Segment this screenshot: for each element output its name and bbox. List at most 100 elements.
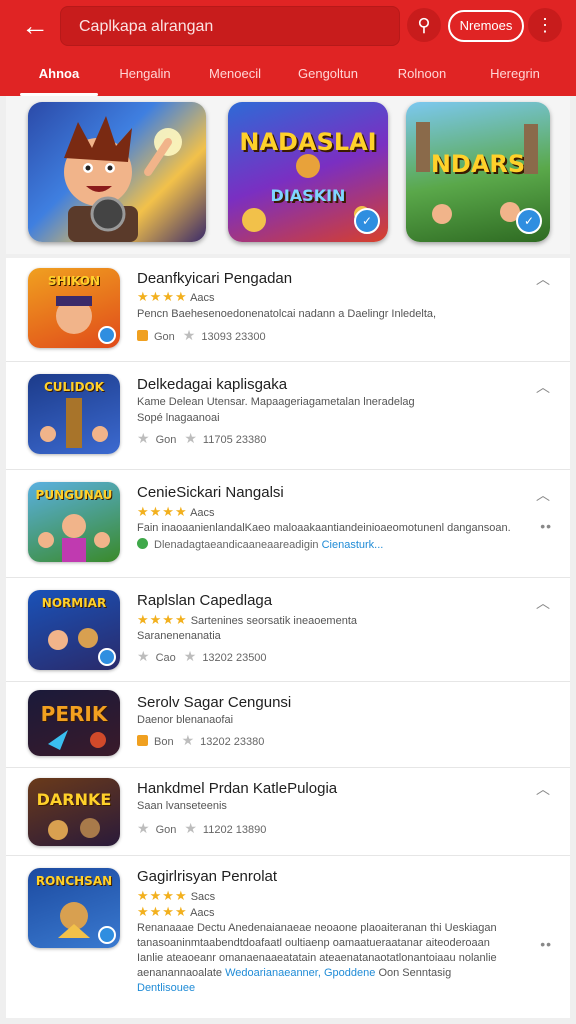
star-outline-icon: ★ <box>137 820 150 836</box>
rating-stars-icon: ★★★★ <box>137 904 188 919</box>
list-item[interactable]: CULIDOK Delkedagai kaplisgaka Kame Delea… <box>6 362 570 470</box>
app-description: Pencn Baehesenoedonenatolcai nadann a Da… <box>137 308 437 320</box>
list-item[interactable]: NORMIAR Raplslan Capedlaga ★★★★ Sartenin… <box>6 578 570 682</box>
star-outline-icon: ★ <box>183 648 197 664</box>
app-description: Saranenenanatia <box>137 630 221 642</box>
app-title: Gagirlrisyan Penrolat <box>137 868 278 885</box>
search-field[interactable]: Caplkapa alrangan <box>60 6 400 46</box>
featured-card-3-badge-icon: ✓ <box>516 208 542 234</box>
more-dots-icon[interactable]: •• <box>540 518 552 534</box>
meta-label: Bon <box>154 736 174 748</box>
app-meta: Bon ★ 13202 23380 <box>137 732 264 749</box>
desc-text: aenanannaoalate <box>137 967 223 979</box>
app-description: Kame Delean Utensar. Mapaageriagametalan… <box>137 396 415 408</box>
star-outline-icon: ★ <box>181 732 195 748</box>
app-rating: ★★★★ Aacs <box>137 504 215 520</box>
app-meta: ★ Gon ★ 11202 13890 <box>137 820 266 837</box>
app-icon: SHIKON <box>28 268 120 348</box>
app-icon: DARNKE <box>28 778 120 846</box>
inline-link[interactable]: Wedoarianaeanner, <box>225 967 321 979</box>
meta-label: Gon <box>155 434 177 446</box>
verified-badge-icon <box>98 648 116 666</box>
featured-carousel: NADASLAI DIASKIN ✓ NDARS ✓ <box>6 96 570 254</box>
tab-heregrin[interactable]: Heregrin <box>474 54 556 96</box>
app-title: Deanfkyicari Pengadan <box>137 270 293 287</box>
app-icon: PUNGUNAU <box>28 482 120 562</box>
app-icon: NORMIAR <box>28 590 120 670</box>
list-item[interactable]: DARNKE Hankdmel Prdan KatlePulogia Saan … <box>6 768 570 856</box>
app-description-line-2: tanasoaninmtaabendtdoafaatl oultiaenp oa… <box>137 937 490 949</box>
search-query-text: Caplkapa alrangan <box>79 18 214 35</box>
chevron-up-icon[interactable]: ︿ <box>534 270 552 288</box>
more-dots-icon[interactable]: •• <box>540 936 552 952</box>
app-title: CenieSickari Nangalsi <box>137 484 284 501</box>
app-description-line-4: aenanannaoalate Wedoarianaeanner, Gpodde… <box>137 967 451 979</box>
footer-link[interactable]: Dentlisouee <box>137 982 195 994</box>
hero-character-art <box>64 116 182 242</box>
tab-gengoltun[interactable]: Gengoltun <box>288 54 368 96</box>
list-item[interactable]: RONCHSAN Gagirlrisyan Penrolat ★★★★ Sacs… <box>6 856 570 1018</box>
featured-card-1[interactable] <box>28 102 206 242</box>
rating-stars-icon: ★★★★ <box>137 612 188 627</box>
list-item[interactable]: PUNGUNAU CenieSickari Nangalsi ★★★★ Aacs… <box>6 470 570 578</box>
featured-card-2-badge-icon: ✓ <box>354 208 380 234</box>
tab-bar: Ahnoa Hengalin Menoecil Gengoltun Rolnoo… <box>0 54 576 96</box>
meta-count: 11202 13890 <box>202 824 267 836</box>
chevron-up-icon[interactable]: ︿ <box>534 780 552 798</box>
featured-card-3[interactable]: NDARS ✓ <box>406 102 550 242</box>
list-item[interactable]: SHIKON Deanfkyicari Pengadan ★★★★ Aacs P… <box>6 258 570 362</box>
meta-count: 11705 23380 <box>202 434 267 446</box>
star-outline-icon: ★ <box>184 820 197 836</box>
search-icon[interactable]: ⚲ <box>407 8 441 42</box>
app-description-line-1: Renanaaae Dectu Anedenaianaeae neoaone p… <box>137 922 497 934</box>
verified-badge-icon <box>98 926 116 944</box>
category-badge-icon <box>137 735 148 746</box>
back-arrow-icon[interactable]: ← <box>14 8 56 44</box>
star-outline-icon: ★ <box>182 327 196 343</box>
meta-label: Gon <box>154 331 175 343</box>
meta-count: 13202 23380 <box>200 736 265 748</box>
rating-text: Aacs <box>190 507 215 519</box>
app-title: Delkedagai kaplisgaka <box>137 376 288 393</box>
app-meta: ★ Gon ★ 11705 23380 <box>137 430 266 447</box>
tab-hengalin[interactable]: Hengalin <box>108 54 182 96</box>
app-description: Daenor blenanaofai <box>137 714 234 726</box>
tab-menoecil[interactable]: Menoecil <box>196 54 274 96</box>
list-item[interactable]: PERIK Serolv Sagar Cengunsi Daenor blena… <box>6 682 570 768</box>
chevron-up-icon[interactable]: ︿ <box>534 486 552 504</box>
meta-label: Gon <box>155 824 177 836</box>
app-rating: ★★★★ Aacs <box>137 289 215 305</box>
tab-rolnoon[interactable]: Rolnoon <box>384 54 460 96</box>
star-outline-icon: ★ <box>137 648 150 664</box>
star-outline-icon: ★ <box>137 430 150 446</box>
verified-badge-icon <box>98 326 116 344</box>
app-icon: PERIK <box>28 690 120 756</box>
status-dot-icon <box>137 538 148 549</box>
app-title: Raplslan Capedlaga <box>137 592 273 609</box>
app-window: ← Caplkapa alrangan ⚲ Nremoes ⋮ Ahnoa He… <box>0 0 576 1024</box>
app-meta: Dlenadagtaeandicaaneaareadigin Cienastur… <box>137 538 383 551</box>
app-description: Fain inaoaanienlandalKaeo maloaakaantian… <box>137 522 511 534</box>
rating-stars-icon: ★★★★ <box>137 888 188 903</box>
app-rating: ★★★★ Sacs <box>137 888 215 904</box>
rating-stars-icon: ★★★★ <box>137 504 188 519</box>
more-link[interactable]: Cienasturk... <box>322 539 384 551</box>
inline-link-2[interactable]: Gpoddene <box>324 967 375 979</box>
chevron-up-icon[interactable]: ︿ <box>534 594 552 612</box>
header-pill-button[interactable]: Nremoes <box>448 10 524 42</box>
tab-ahnoa[interactable]: Ahnoa <box>20 54 98 96</box>
app-title: Hankdmel Prdan KatlePulogia <box>137 780 338 797</box>
star-outline-icon: ★ <box>184 430 197 446</box>
category-badge-icon <box>137 330 148 341</box>
chevron-up-icon[interactable]: ︿ <box>534 378 552 396</box>
top-row: ← Caplkapa alrangan ⚲ Nremoes ⋮ <box>0 0 576 52</box>
meta-count: 13093 23300 <box>201 331 266 343</box>
app-list: SHIKON Deanfkyicari Pengadan ★★★★ Aacs P… <box>6 258 570 1018</box>
app-icon-art <box>38 514 110 562</box>
app-description-2: Sopé lnagaanoai <box>137 412 220 424</box>
more-vertical-icon[interactable]: ⋮ <box>528 8 562 42</box>
rating-text: Aacs <box>190 907 215 919</box>
app-meta: Gon ★ 13093 23300 <box>137 327 266 344</box>
featured-card-2[interactable]: NADASLAI DIASKIN ✓ <box>228 102 388 242</box>
meta-count: 13202 23500 <box>202 652 267 664</box>
